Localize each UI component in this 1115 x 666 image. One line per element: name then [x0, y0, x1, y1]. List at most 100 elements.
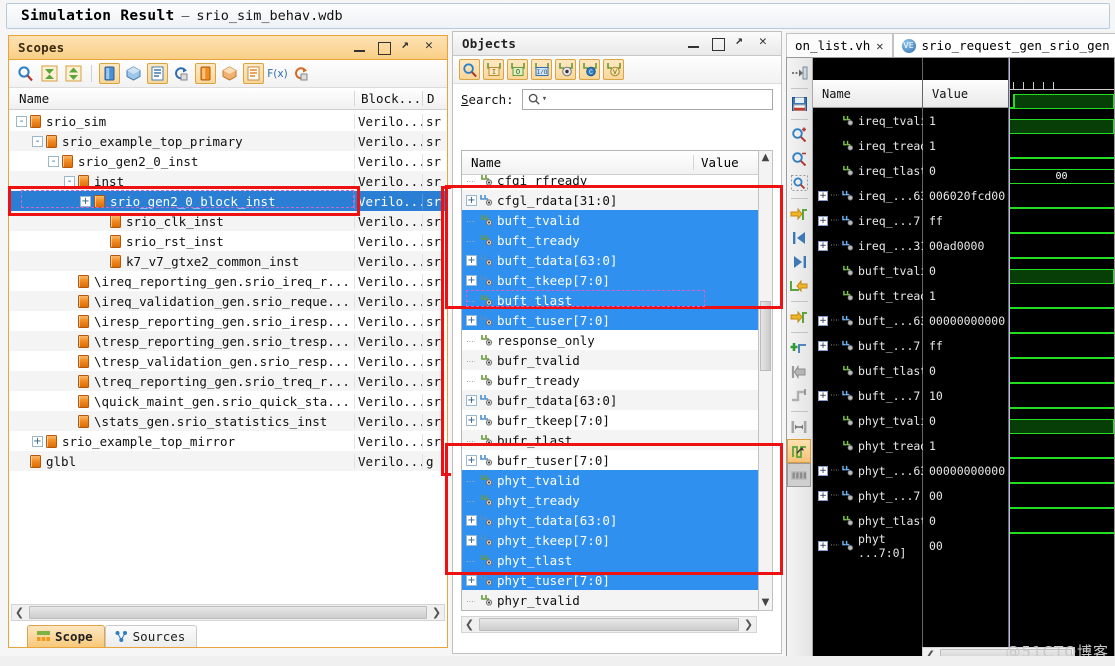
waveform-name-rows[interactable]: ireq_tvalid ireq_tready ireq_tlast + ireq_..… — [813, 108, 948, 560]
expand-toggle-icon[interactable]: + — [818, 340, 828, 351]
list-item[interactable]: phyr_tready — [462, 610, 772, 611]
table-row[interactable]: - srio_gen2_0_inst Verilo... sr — [10, 151, 446, 171]
add-marker-icon[interactable] — [787, 305, 811, 329]
box-blue-icon[interactable] — [123, 63, 144, 84]
list-item[interactable]: + phyt_tuser[7:0] — [462, 570, 772, 590]
waveform-signal-row[interactable]: + ireq_...31:0] — [813, 233, 948, 258]
list-orange-icon[interactable] — [243, 63, 264, 84]
box-orange-icon[interactable] — [219, 63, 240, 84]
expand-toggle-icon[interactable]: + — [80, 195, 91, 207]
list-item[interactable]: buft_tlast — [462, 290, 772, 310]
waveform-signal-row[interactable]: buft_tvalid — [813, 258, 934, 283]
scroll-down-icon[interactable]: ▼ — [759, 596, 772, 610]
close-icon[interactable]: ✕ — [876, 39, 883, 53]
waveform-signal-row[interactable]: + phyt_...7:0] — [813, 483, 941, 508]
list-item[interactable]: + phyt_tkeep[7:0] — [462, 530, 772, 550]
next-transition-icon[interactable] — [787, 274, 811, 298]
collapse-toggle-icon[interactable]: - — [64, 175, 75, 187]
waveform-signal-row[interactable]: + phyt_...63:0] — [813, 458, 948, 483]
table-row[interactable]: \quick_maint_gen.srio_quick_sta... Verilo… — [10, 391, 446, 411]
list-item[interactable]: + buft_tuser[7:0] — [462, 310, 772, 330]
go-to-icon[interactable] — [787, 61, 811, 85]
maximize-icon[interactable] — [377, 41, 391, 55]
output-port-icon[interactable]: O — [507, 59, 528, 80]
table-row[interactable]: - srio_sim Verilo... sr — [10, 111, 446, 131]
waveform-signal-row[interactable]: ireq_tvalid — [813, 108, 934, 133]
internal-signal-icon[interactable] — [555, 59, 576, 80]
waveform-canvas[interactable]: 00 — [1009, 58, 1114, 665]
list-item[interactable]: phyr_tvalid — [462, 590, 772, 610]
chip-orange-icon[interactable] — [195, 63, 216, 84]
table-row[interactable]: + srio_gen2_0_block_inst Verilo... sr — [10, 191, 446, 211]
expand-toggle-icon[interactable]: + — [818, 540, 828, 551]
minimize-icon[interactable] — [353, 41, 366, 54]
fx-icon[interactable]: F(x) — [267, 63, 288, 84]
waveform-signal-row[interactable]: buft_tready — [813, 283, 934, 308]
search-icon[interactable] — [15, 63, 36, 84]
table-row[interactable]: + srio_example_top_mirror Verilo... sr — [10, 431, 446, 451]
list-item[interactable]: bufr_tlast — [462, 430, 772, 450]
objects-vscrollbar[interactable]: ▲ ▼ — [758, 150, 773, 611]
tab-sources[interactable]: Sources — [104, 625, 198, 647]
table-row[interactable]: - inst Verilo... sr — [10, 171, 446, 191]
expand-toggle-icon[interactable]: + — [818, 490, 828, 501]
scroll-thumb[interactable] — [760, 301, 771, 371]
measure-icon[interactable] — [787, 415, 811, 439]
previous-transition-icon[interactable] — [787, 202, 811, 226]
expand-toggle-icon[interactable]: + — [818, 240, 828, 251]
list-item[interactable]: response_only — [462, 330, 772, 350]
table-row[interactable]: glbl Verilo... g — [10, 451, 446, 471]
waveform-value-rows[interactable]: 1 1 0 006020fcd00 ff 00ad0000 0 1 00000000000 ff 0… — [923, 108, 1008, 558]
float-icon[interactable] — [401, 37, 414, 54]
table-row[interactable]: \stats_gen.srio_statistics_inst Verilo...… — [10, 411, 446, 431]
scroll-right-icon[interactable]: ❯ — [741, 618, 756, 631]
table-row[interactable]: \ireq_reporting_gen.srio_ireq_r... Verilo… — [10, 271, 446, 291]
zoom-fit-icon[interactable] — [787, 171, 811, 195]
waveform-signal-row[interactable]: + phyt ...7:0] — [813, 532, 922, 560]
float-icon[interactable] — [735, 33, 748, 50]
bus-radix-icon[interactable] — [787, 463, 811, 487]
table-row[interactable]: k7_v7_gtxe2_common_inst Verilo... sr — [10, 251, 446, 271]
tab-srio-request-gen[interactable]: VE srio_request_gen_srio_gen — [892, 33, 1115, 57]
table-row[interactable]: \ireq_validation_gen.srio_reque... Verilo… — [10, 291, 446, 311]
list-item[interactable]: buft_tready — [462, 230, 772, 250]
collapse-toggle-icon[interactable]: - — [16, 115, 27, 127]
inout-port-icon[interactable]: I/O — [531, 59, 552, 80]
scroll-thumb[interactable] — [29, 606, 427, 619]
table-row[interactable]: \iresp_reporting_gen.srio_iresp... Verilo… — [10, 311, 446, 331]
waveform-signal-row[interactable]: + buft_...7:0] — [813, 333, 941, 358]
table-row[interactable]: \tresp_validation_gen.srio_resp... Verilo… — [10, 351, 446, 371]
list-item[interactable]: cfgi_rfready — [462, 170, 772, 190]
list-blue-icon[interactable] — [147, 63, 168, 84]
waveform-signal-row[interactable]: phyt_tlast — [813, 508, 927, 533]
table-row[interactable]: srio_clk_inst Verilo... sr — [10, 211, 446, 231]
list-item[interactable]: bufr_tvalid — [462, 350, 772, 370]
expand-all-icon[interactable] — [63, 63, 84, 84]
list-item[interactable]: + buft_tkeep[7:0] — [462, 270, 772, 290]
objects-hscrollbar[interactable]: ❮ ❯ — [461, 616, 757, 633]
go-to-end-icon[interactable] — [787, 250, 811, 274]
table-row[interactable]: - srio_example_top_primary Verilo... sr — [10, 131, 446, 151]
expand-toggle-icon[interactable]: + — [818, 390, 828, 401]
list-item[interactable]: + cfgl_rdata[31:0] — [462, 190, 772, 210]
add-divider-icon[interactable] — [787, 336, 811, 360]
expand-toggle-icon[interactable]: + — [466, 394, 477, 406]
expand-toggle-icon[interactable]: + — [466, 254, 477, 266]
search-input[interactable]: ▾ — [521, 88, 773, 110]
collapse-toggle-icon[interactable]: - — [32, 135, 43, 147]
list-item[interactable]: + phyt_tdata[63:0] — [462, 510, 772, 530]
refresh-blue-icon[interactable] — [171, 63, 192, 84]
go-to-start-icon[interactable] — [787, 226, 811, 250]
waveform-signal-row[interactable]: + buft_...63:0] — [813, 308, 948, 333]
input-port-icon[interactable]: I — [483, 59, 504, 80]
expand-toggle-icon[interactable]: + — [466, 534, 477, 546]
list-item[interactable]: phyt_tvalid — [462, 470, 772, 490]
scroll-left-icon[interactable]: ❮ — [462, 618, 477, 631]
expand-toggle-icon[interactable]: + — [818, 190, 828, 201]
zoom-in-icon[interactable] — [787, 123, 811, 147]
expand-toggle-icon[interactable]: + — [466, 514, 477, 526]
maximize-icon[interactable] — [711, 37, 725, 51]
snap-to-transition-icon[interactable] — [787, 439, 811, 463]
table-row[interactable]: \tresp_reporting_gen.srio_tresp... Verilo… — [10, 331, 446, 351]
search-icon[interactable] — [459, 59, 480, 80]
